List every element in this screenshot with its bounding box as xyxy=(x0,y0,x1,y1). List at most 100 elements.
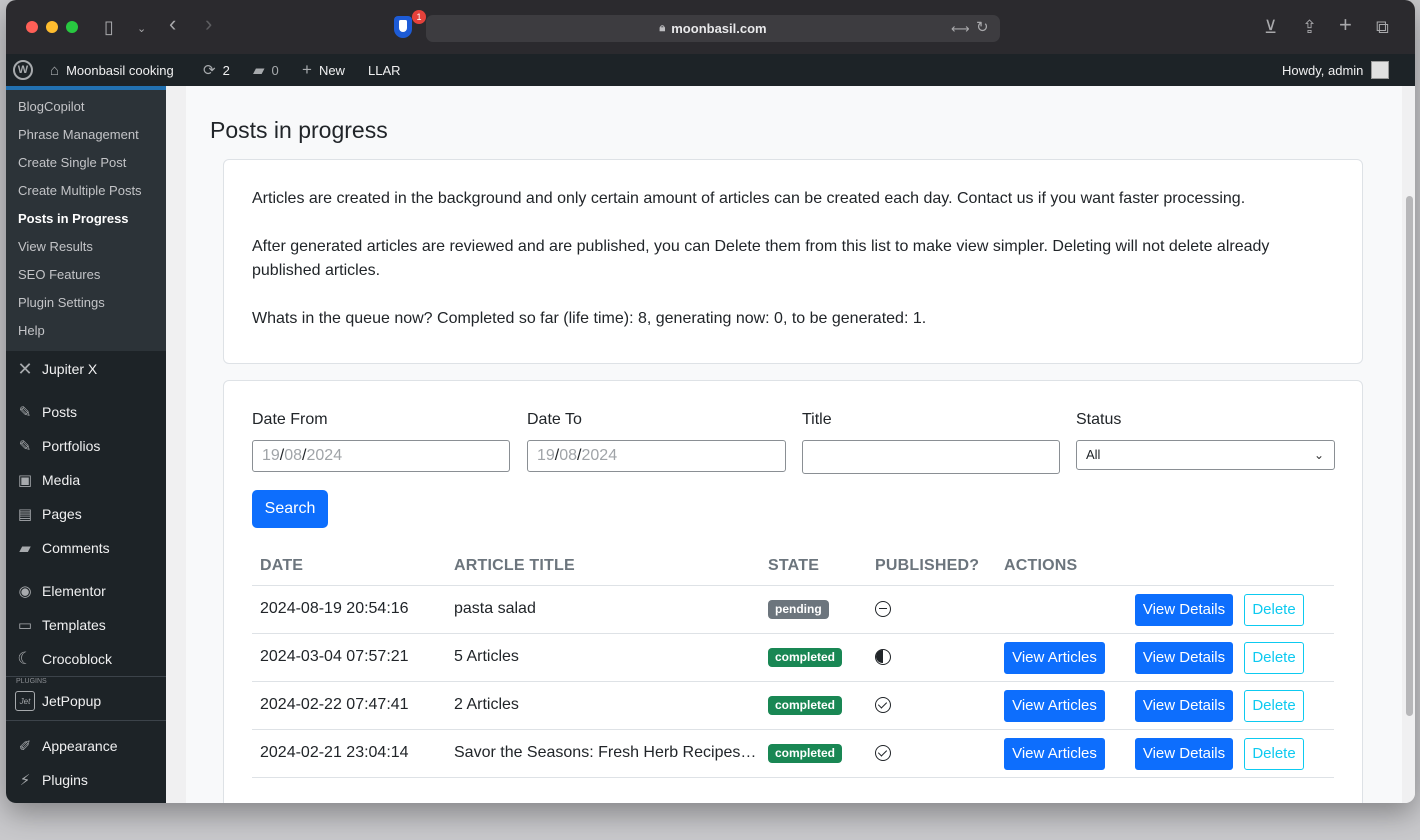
submenu-item-create-multiple-posts[interactable]: Create Multiple Posts xyxy=(6,177,166,205)
row-actions: View Articles View Details Delete xyxy=(996,681,1334,730)
chevron-down-icon: ⌄ xyxy=(1313,448,1324,462)
password-manager-icon[interactable] xyxy=(394,16,412,38)
submenu-item-view-results[interactable]: View Results xyxy=(6,233,166,261)
lock-icon: 🔒︎ xyxy=(659,22,666,34)
sidebar-item-elementor[interactable]: ◉ Elementor xyxy=(6,574,166,608)
submenu-item-help[interactable]: Help xyxy=(6,317,166,345)
llar-label: LLAR xyxy=(368,62,401,78)
close-window-button[interactable] xyxy=(26,21,38,33)
sidebar-toggle-icon[interactable]: ▯ xyxy=(104,17,114,37)
row-published xyxy=(867,681,996,730)
delete-button[interactable]: Delete xyxy=(1244,737,1304,770)
brush-icon: ✐ xyxy=(18,738,32,755)
column-header-state[interactable]: STATE xyxy=(760,548,867,586)
sidebar-item-pages[interactable]: ▤ Pages xyxy=(6,497,166,531)
delete-button[interactable]: Delete xyxy=(1244,593,1304,626)
column-header-title[interactable]: ARTICLE TITLE xyxy=(446,548,760,586)
column-header-date[interactable]: DATE xyxy=(252,548,446,586)
comments-count: 0 xyxy=(271,62,279,78)
status-label: Status xyxy=(1076,411,1122,428)
download-icon[interactable]: ⊻ xyxy=(1264,17,1277,37)
my-account-menu[interactable]: Howdy, admin xyxy=(1282,54,1390,86)
sidebar-item-plugins[interactable]: ⚡︎ Plugins xyxy=(6,763,166,797)
tab-overview-icon[interactable]: ⧉ xyxy=(1376,17,1389,37)
title-input[interactable] xyxy=(802,440,1060,474)
date-to-label: Date To xyxy=(527,411,582,428)
url-text: moonbasil.com xyxy=(671,21,767,36)
greeting: Howdy, admin xyxy=(1282,62,1364,78)
submenu-item-create-single-post[interactable]: Create Single Post xyxy=(6,149,166,177)
sidebar-item-label: Media xyxy=(42,472,81,488)
not-published-icon xyxy=(875,600,891,617)
submenu-item-seo-features[interactable]: SEO Features xyxy=(6,261,166,289)
table-row: 2024-02-22 07:47:41 2 Articles completed… xyxy=(252,681,1334,730)
status-select[interactable]: All ⌄ xyxy=(1076,440,1335,470)
view-details-button[interactable]: View Details xyxy=(1135,593,1233,626)
chevron-down-icon[interactable]: ⌄ xyxy=(137,19,146,39)
filter-card: Date From Date To Title Status 19/08/202… xyxy=(223,380,1363,803)
title-label: Title xyxy=(802,411,832,428)
sidebar-item-appearance[interactable]: ✐ Appearance xyxy=(6,729,166,763)
search-button[interactable]: Search xyxy=(252,490,328,528)
forward-icon[interactable]: › xyxy=(205,13,212,35)
date-from-input[interactable]: 19/08/2024 xyxy=(252,440,510,472)
new-content-link[interactable]: + New xyxy=(302,54,345,86)
date-to-input[interactable]: 19/08/2024 xyxy=(527,440,786,472)
plug-icon: ⚡︎ xyxy=(19,772,31,789)
row-date: 2024-02-21 23:04:14 xyxy=(252,729,446,778)
sidebar-item-label: Comments xyxy=(42,540,110,556)
published-check-icon xyxy=(875,744,891,761)
date-from-month: 08 xyxy=(284,447,303,464)
translate-icon[interactable]: ⟷ xyxy=(951,19,970,39)
sidebar-item-jetpopup[interactable]: Jet JetPopup xyxy=(6,686,166,716)
sidebar-item-templates[interactable]: ▭ Templates xyxy=(6,608,166,642)
info-text-delete: After generated articles are reviewed an… xyxy=(252,238,1270,279)
view-articles-button[interactable]: View Articles xyxy=(1004,689,1105,722)
date-from-label: Date From xyxy=(252,411,328,428)
llar-link[interactable]: LLAR xyxy=(368,54,401,86)
address-bar[interactable]: 🔒︎ moonbasil.com xyxy=(426,15,1000,42)
view-details-button[interactable]: View Details xyxy=(1135,689,1233,722)
submenu-item-phrase-management[interactable]: Phrase Management xyxy=(6,121,166,149)
info-text-queue: Whats in the queue now? Completed so far… xyxy=(252,310,927,327)
reload-icon[interactable]: ↻ xyxy=(976,18,989,38)
browser-window: ▯ ⌄ ‹ › 1 🔒︎ moonbasil.com ⟷ ↻ ⊻ ⇪ + ⧉ W… xyxy=(6,0,1415,803)
pin-icon: ✎ xyxy=(18,438,32,455)
view-details-button[interactable]: View Details xyxy=(1135,641,1233,674)
sidebar-item-media[interactable]: ▣ Media xyxy=(6,463,166,497)
partially-published-icon xyxy=(875,648,891,665)
updates-link[interactable]: ⟳ 2 xyxy=(203,54,230,86)
row-actions: View Details Delete xyxy=(996,585,1334,634)
zoom-window-button[interactable] xyxy=(66,21,78,33)
row-actions: View Articles View Details Delete xyxy=(996,633,1334,682)
back-icon[interactable]: ‹ xyxy=(169,13,176,35)
status-badge: pending xyxy=(768,599,829,619)
submenu-item-posts-in-progress[interactable]: Posts in Progress xyxy=(6,205,166,233)
info-text-processing: Articles are created in the background a… xyxy=(252,190,1246,207)
site-name-link[interactable]: ⌂ Moonbasil cooking xyxy=(50,54,174,86)
comments-link[interactable]: ▰ 0 xyxy=(253,54,279,86)
share-icon[interactable]: ⇪ xyxy=(1302,17,1317,37)
view-details-button[interactable]: View Details xyxy=(1135,737,1233,770)
submenu-item-blogcopilot[interactable]: BlogCopilot xyxy=(6,93,166,121)
sidebar-item-comments[interactable]: ▰ Comments xyxy=(6,531,166,565)
sidebar-item-jupiter-x[interactable]: ✕ Jupiter X xyxy=(6,352,166,386)
sidebar-item-crocoblock[interactable]: ☾ Crocoblock xyxy=(6,642,166,676)
date-to-month: 08 xyxy=(559,447,578,464)
delete-button[interactable]: Delete xyxy=(1244,689,1304,722)
updates-count: 2 xyxy=(222,62,230,78)
page-scrollbar[interactable] xyxy=(1406,196,1413,716)
delete-button[interactable]: Delete xyxy=(1244,641,1304,674)
sidebar-item-portfolios[interactable]: ✎ Portfolios xyxy=(6,429,166,463)
submenu-item-plugin-settings[interactable]: Plugin Settings xyxy=(6,289,166,317)
column-header-published[interactable]: PUBLISHED? xyxy=(867,548,996,586)
wp-logo-menu[interactable]: W xyxy=(13,54,33,86)
date-to-year: 2024 xyxy=(581,447,618,464)
view-articles-button[interactable]: View Articles xyxy=(1004,641,1105,674)
sidebar-item-posts[interactable]: ✎ Posts xyxy=(6,395,166,429)
minimize-window-button[interactable] xyxy=(46,21,58,33)
jet-icon: Jet xyxy=(15,691,35,711)
new-tab-icon[interactable]: + xyxy=(1339,14,1352,36)
extension-badge: 1 xyxy=(412,10,426,24)
view-articles-button[interactable]: View Articles xyxy=(1004,737,1105,770)
